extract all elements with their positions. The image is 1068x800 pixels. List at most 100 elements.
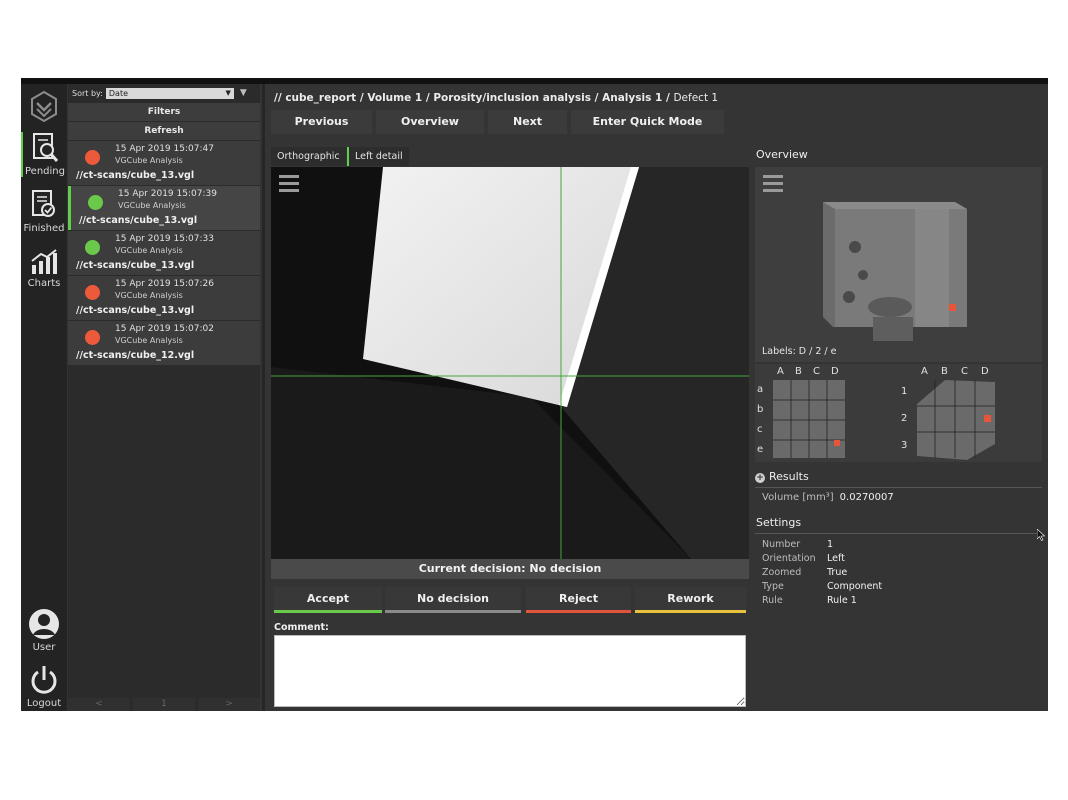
grid-col-label: B [941, 366, 948, 377]
job-path: //ct-scans/cube_12.vgl [76, 350, 195, 361]
settings-row: Rule Rule 1 [762, 595, 857, 606]
rework-button[interactable]: Rework [635, 587, 746, 613]
position-grids: A B C D a b c e A B C D 1 2 3 [755, 364, 1042, 462]
grid-col-label: B [795, 366, 802, 377]
rail-finished-label: Finished [23, 223, 65, 234]
divider [755, 487, 1042, 488]
next-button[interactable]: Next [488, 110, 567, 134]
previous-button[interactable]: Previous [271, 110, 372, 134]
breadcrumb-item[interactable]: Volume 1 [367, 92, 422, 104]
status-dot [88, 195, 103, 210]
overview-button[interactable]: Overview [376, 110, 484, 134]
rail-user[interactable]: User [21, 608, 67, 653]
pending-report-icon [33, 133, 59, 162]
mouse-cursor-icon [1037, 529, 1045, 541]
sort-label: Sort by: [72, 88, 103, 98]
pager-page: 1 [133, 698, 195, 711]
rail-pending[interactable]: Pending [21, 132, 67, 177]
job-kind: VGCube Analysis [115, 246, 183, 255]
status-dot [85, 330, 100, 345]
overview-title: Overview [756, 148, 808, 161]
reject-button[interactable]: Reject [526, 587, 631, 613]
panel-divider[interactable] [262, 84, 265, 711]
finished-report-icon [32, 190, 55, 217]
breadcrumb-sep: / [425, 92, 430, 104]
app-logo-icon [31, 90, 57, 123]
rail-pending-label: Pending [25, 166, 65, 177]
view-menu-icon[interactable] [279, 175, 299, 193]
breadcrumb-item[interactable]: Porosity/inclusion analysis [433, 92, 591, 104]
comment-label: Comment: [274, 622, 329, 633]
breadcrumb-item[interactable]: Analysis 1 [602, 92, 662, 104]
setting-key: Number [762, 539, 801, 550]
job-date: 15 Apr 2019 15:07:33 [115, 234, 214, 244]
job-list-panel: Sort by: Date ▼ ▼ Filters Refresh 15 Apr… [68, 84, 260, 711]
rail-logout[interactable]: Logout [21, 664, 67, 709]
breadcrumb-item[interactable]: cube_report [285, 92, 356, 104]
ct-slice-image [271, 167, 749, 559]
grid-col-label: A [777, 366, 784, 377]
rail-user-label: User [32, 642, 56, 653]
settings-row: Zoomed True [762, 567, 847, 578]
grid-row-label: b [757, 404, 764, 415]
status-dot [85, 285, 100, 300]
setting-key: Rule [762, 595, 783, 606]
job-item[interactable]: 15 Apr 2019 15:07:26 VGCube Analysis //c… [68, 276, 260, 320]
volume-value: 0.0270007 [839, 492, 894, 503]
breadcrumb-prefix: // [274, 92, 282, 104]
rail-finished[interactable]: Finished [21, 189, 67, 234]
ct-slice-viewport[interactable] [271, 167, 749, 559]
sort-direction-icon[interactable]: ▼ [240, 88, 247, 98]
tab-left-detail[interactable]: Left detail [347, 147, 409, 166]
setting-key: Orientation [762, 553, 816, 564]
settings-row: Number 1 [762, 539, 833, 550]
icon-rail: Pending Finished Charts User Logout [21, 84, 67, 711]
grid-row-label: e [757, 444, 764, 455]
breadcrumb: // cube_report / Volume 1 / Porosity/inc… [274, 92, 718, 104]
rail-charts[interactable]: Charts [21, 248, 67, 289]
grid-col-label: C [961, 366, 968, 377]
sort-select[interactable]: Date ▼ [105, 87, 234, 99]
job-item[interactable]: 15 Apr 2019 15:07:02 VGCube Analysis //c… [68, 321, 260, 365]
grid-row-label: 1 [901, 386, 908, 397]
results-header[interactable]: + Results [755, 470, 809, 483]
breadcrumb-sep: / [665, 92, 670, 104]
pager-prev-button[interactable]: < [68, 698, 130, 711]
refresh-button[interactable]: Refresh [68, 122, 260, 140]
power-icon [31, 666, 57, 694]
job-kind: VGCube Analysis [115, 291, 183, 300]
accept-button[interactable]: Accept [274, 587, 382, 613]
job-kind: VGCube Analysis [118, 201, 186, 210]
job-kind: VGCube Analysis [115, 156, 183, 165]
setting-value: Left [827, 553, 845, 564]
status-dot [85, 240, 100, 255]
user-icon [29, 609, 59, 639]
overview-3d-view[interactable] [755, 167, 1042, 362]
job-date: 15 Apr 2019 15:07:47 [115, 144, 214, 154]
job-path: //ct-scans/cube_13.vgl [79, 215, 198, 226]
expand-plus-icon: + [755, 473, 765, 483]
job-item[interactable]: 15 Apr 2019 15:07:33 VGCube Analysis //c… [68, 231, 260, 275]
tab-orthographic[interactable]: Orthographic [271, 147, 346, 166]
comment-field[interactable] [274, 635, 746, 707]
job-date: 15 Apr 2019 15:07:02 [115, 324, 214, 334]
grid-thumbnails [773, 380, 995, 460]
breadcrumb-sep: / [359, 92, 364, 104]
breadcrumb-current: Defect 1 [673, 92, 719, 104]
grid-row-label: 3 [901, 440, 908, 451]
current-decision: Current decision: No decision [271, 559, 749, 579]
job-path: //ct-scans/cube_13.vgl [76, 305, 195, 316]
job-path: //ct-scans/cube_13.vgl [76, 260, 195, 271]
job-item[interactable]: 15 Apr 2019 15:07:39 VGCube Analysis //c… [68, 186, 260, 230]
no-decision-button[interactable]: No decision [385, 587, 521, 613]
volume-row: Volume [mm³] 0.0270007 [762, 492, 894, 503]
quick-mode-button[interactable]: Enter Quick Mode [571, 110, 724, 134]
job-item[interactable]: 15 Apr 2019 15:07:47 VGCube Analysis //c… [68, 141, 260, 185]
filters-button[interactable]: Filters [68, 103, 260, 121]
grid-row-label: a [757, 384, 764, 395]
overview-menu-icon[interactable] [763, 175, 783, 193]
setting-key: Zoomed [762, 567, 802, 578]
grid-row-label: 2 [901, 413, 908, 424]
settings-row: Type Component [762, 581, 882, 592]
pager-next-button[interactable]: > [198, 698, 260, 711]
